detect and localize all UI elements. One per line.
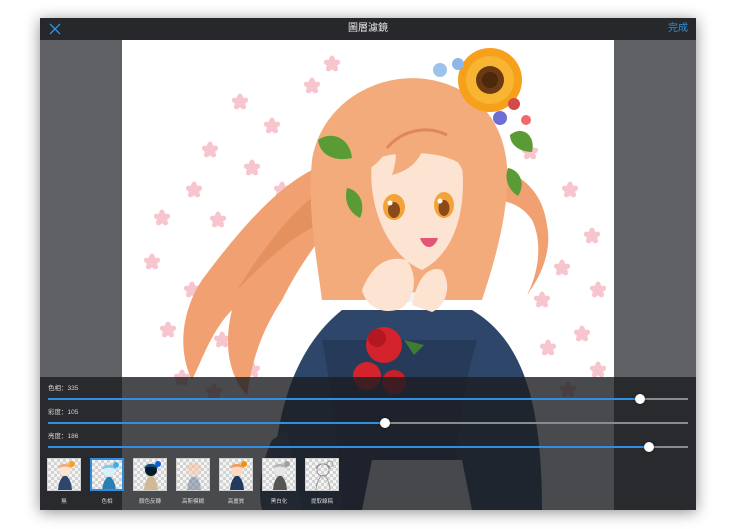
preset-grayscale[interactable]: 黑白化	[262, 458, 296, 508]
preset-label: 無	[61, 499, 67, 505]
hue-slider-thumb[interactable]	[635, 394, 645, 404]
brightness-slider: 亮度：186	[48, 430, 688, 454]
done-button[interactable]: 完成	[668, 18, 688, 40]
preset-label: 色相	[101, 499, 113, 505]
preset-label: 提取線稿	[310, 499, 333, 505]
preset-thumbnail	[262, 458, 296, 491]
app-window: 圖層濾鏡 完成 色相：335 彩度：105 亮度：186 無 色相 顏色反轉 高…	[40, 18, 696, 510]
hue-slider-track[interactable]	[48, 394, 688, 404]
saturation-slider-track[interactable]	[48, 418, 688, 428]
hue-slider-label: 色相：335	[48, 385, 79, 392]
preset-thumbnail	[219, 458, 253, 491]
preset-thumbnail	[176, 458, 210, 491]
preset-label: 高畫質	[227, 499, 245, 505]
saturation-slider-thumb[interactable]	[380, 418, 391, 428]
preset-label: 高斯模糊	[181, 499, 204, 505]
preset-none[interactable]: 無	[47, 458, 81, 508]
preset-thumbnail	[47, 458, 81, 491]
brightness-slider-fill	[48, 446, 649, 448]
preset-sharpen[interactable]: 高畫質	[219, 458, 253, 508]
preset-gaussian-blur[interactable]: 高斯模糊	[176, 458, 210, 508]
top-toolbar: 圖層濾鏡 完成	[40, 18, 696, 40]
preset-invert[interactable]: 顏色反轉	[133, 458, 167, 508]
hue-slider: 色相：335	[48, 382, 688, 406]
saturation-slider-label: 彩度：105	[48, 409, 79, 416]
saturation-slider-fill	[48, 422, 386, 424]
preset-thumbnail	[133, 458, 167, 491]
brightness-slider-label: 亮度：186	[48, 433, 79, 440]
brightness-slider-thumb[interactable]	[643, 442, 654, 452]
preset-label: 顏色反轉	[138, 499, 161, 505]
preset-thumbnail	[90, 458, 124, 491]
hue-slider-fill	[48, 398, 640, 400]
saturation-slider: 彩度：105	[48, 406, 688, 430]
preset-label: 黑白化	[270, 499, 288, 505]
preset-line-extract[interactable]: 提取線稿	[305, 458, 339, 508]
page-title: 圖層濾鏡	[348, 23, 388, 34]
preset-thumbnail	[305, 458, 339, 491]
preset-hue[interactable]: 色相	[90, 458, 124, 508]
filter-panel: 色相：335 彩度：105 亮度：186 無 色相 顏色反轉 高斯模糊 高畫質 …	[40, 377, 696, 510]
brightness-slider-track[interactable]	[48, 442, 688, 452]
